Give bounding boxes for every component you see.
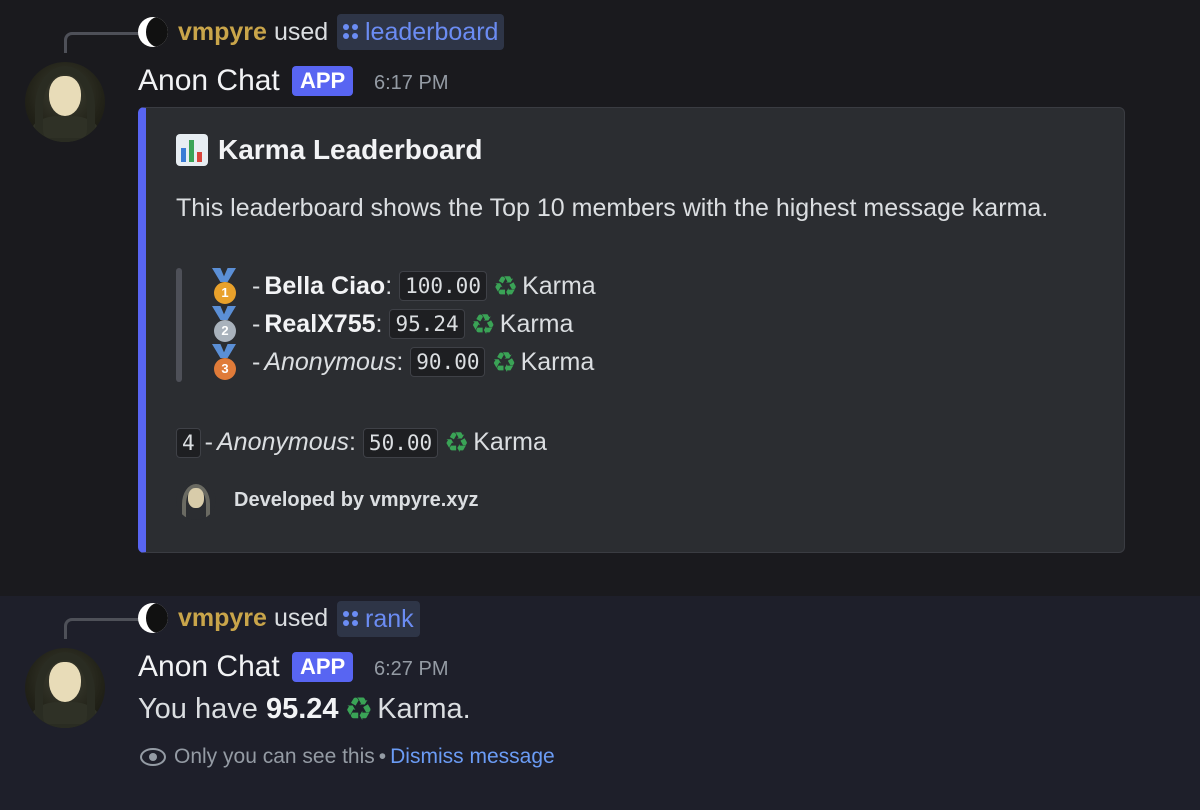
gold-medal-icon: 1	[208, 268, 240, 304]
command-name: leaderboard	[365, 18, 499, 46]
entry-unit: Karma	[522, 271, 596, 300]
reply-connector	[64, 32, 139, 53]
author-name[interactable]: Anon Chat	[138, 64, 280, 98]
command-name: rank	[365, 605, 414, 633]
entry-value: 95.24	[389, 309, 465, 339]
reply-used-text: used	[274, 604, 329, 632]
timestamp[interactable]: 6:27 PM	[374, 658, 448, 681]
footer-text: Developed by vmpyre.xyz	[234, 488, 479, 511]
entry-unit: Karma	[520, 347, 595, 376]
slash-command-icon	[343, 611, 359, 627]
footer-avatar	[176, 480, 216, 520]
bronze-medal-icon: 3	[208, 344, 240, 380]
rank-suffix: Karma.	[377, 692, 471, 725]
entry-name: Anonymous	[216, 428, 350, 456]
timestamp[interactable]: 6:17 PM	[374, 72, 448, 95]
entry-value: 90.00	[410, 347, 486, 377]
embed-footer: Developed by vmpyre.xyz	[176, 480, 479, 520]
recycle-icon: ♻	[492, 270, 519, 302]
leaderboard-entry-1: 1 - Bella Ciao: 100.00 ♻ Karma	[208, 268, 596, 304]
recycle-icon: ♻	[470, 308, 496, 340]
leaderboard-embed: Karma Leaderboard This leaderboard shows…	[138, 107, 1125, 553]
reply-connector	[64, 618, 139, 639]
app-badge: APP	[292, 652, 354, 682]
entry-value: 50.00	[362, 427, 439, 458]
silver-medal-icon: 2	[208, 306, 240, 342]
eye-icon	[140, 748, 166, 766]
entry-value: 100.00	[399, 271, 487, 301]
command-chip-rank[interactable]: rank	[337, 601, 420, 637]
leaderboard-entry-3: 3 - Anonymous: 90.00 ♻ Karma	[208, 344, 594, 380]
rank-result: You have 95.24 ♻ Karma.	[138, 690, 471, 728]
entry-rank: 4	[176, 427, 201, 458]
bullet-separator: •	[378, 745, 387, 768]
entry-name: Anonymous	[264, 347, 397, 376]
embed-title: Karma Leaderboard	[176, 134, 483, 166]
leaderboard-entry-2: 2 - RealX755: 95.24 ♻ Karma	[208, 306, 573, 342]
embed-title-text: Karma Leaderboard	[218, 134, 483, 165]
bar-chart-icon	[176, 134, 208, 166]
reply-username[interactable]: vmpyre	[178, 604, 267, 633]
app-badge: APP	[292, 66, 354, 96]
author-name[interactable]: Anon Chat	[138, 650, 280, 684]
entry-unit: Karma	[499, 309, 574, 338]
reply-user-avatar[interactable]	[138, 17, 168, 47]
message-leaderboard: vmpyre used leaderboard Anon Chat APP 6:…	[0, 0, 1200, 596]
rank-value: 95.24	[265, 692, 339, 725]
embed-description: This leaderboard shows the Top 10 member…	[176, 194, 1049, 222]
rank-prefix: You have	[138, 692, 258, 725]
recycle-icon: ♻	[444, 427, 470, 458]
command-chip-leaderboard[interactable]: leaderboard	[337, 14, 505, 50]
entry-name: RealX755	[264, 309, 376, 338]
ephemeral-notice: Only you can see this • Dismiss message	[140, 745, 555, 769]
ephemeral-text: Only you can see this	[174, 745, 375, 768]
author-avatar[interactable]	[25, 648, 105, 728]
block-quote-bar	[176, 268, 182, 382]
reply-username[interactable]: vmpyre	[178, 18, 267, 47]
entry-name: Bella Ciao	[264, 271, 386, 300]
dismiss-message-link[interactable]: Dismiss message	[390, 745, 555, 769]
recycle-icon: ♻	[491, 346, 517, 378]
reply-used-text: used	[274, 18, 329, 46]
leaderboard-entry-4: 4 - Anonymous: 50.00 ♻ Karma	[176, 426, 547, 459]
slash-command-icon	[343, 24, 359, 40]
author-avatar[interactable]	[25, 62, 105, 142]
entry-unit: Karma	[473, 428, 547, 456]
reply-user-avatar[interactable]	[138, 603, 168, 633]
recycle-icon: ♻	[344, 691, 374, 727]
